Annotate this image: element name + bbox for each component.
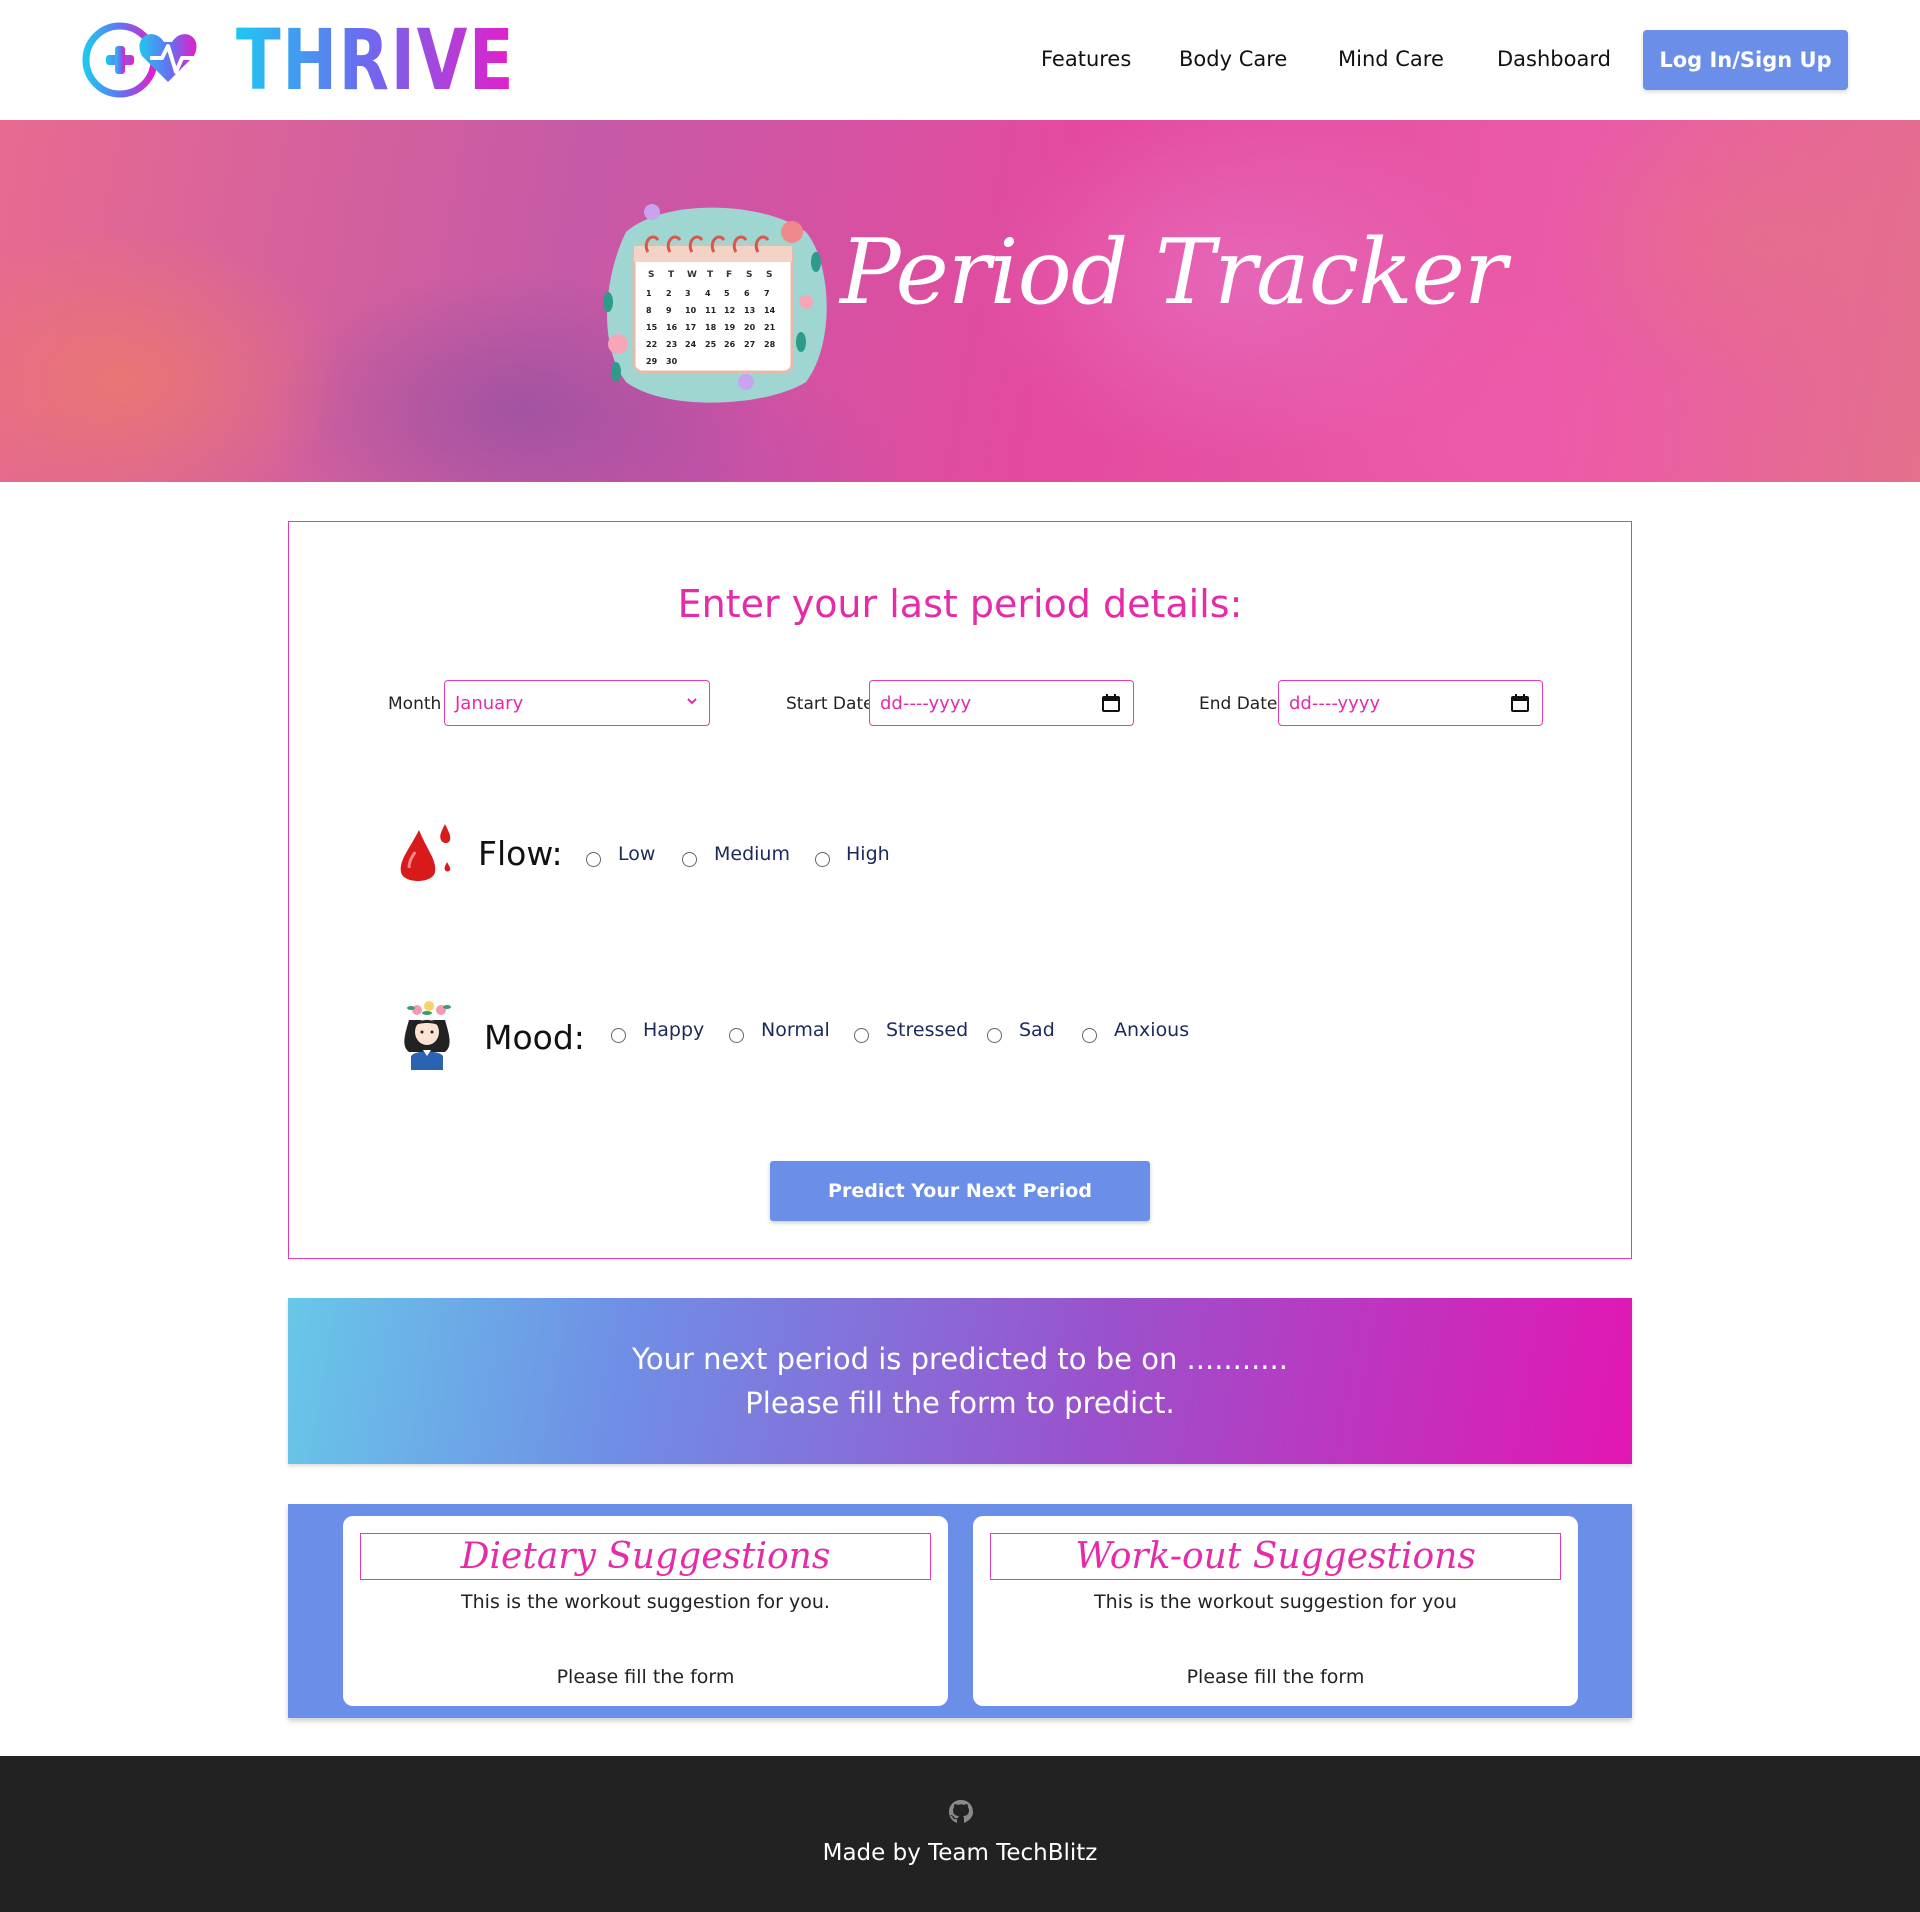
mood-normal-radio[interactable] [729, 1028, 744, 1043]
suggestion-text: This is the workout suggestion for you [1094, 1591, 1457, 1613]
cal-date: 11 [705, 306, 717, 315]
nav-link-body-care[interactable]: Body Care [1179, 47, 1287, 71]
suggestion-text: This is the workout suggestion for you. [461, 1591, 830, 1613]
flow-medium-radio[interactable] [682, 852, 697, 867]
cal-day-header: S [648, 270, 654, 280]
suggestion-note: Please fill the form [1186, 1666, 1365, 1688]
nav-link-mind-care[interactable]: Mind Care [1338, 47, 1444, 71]
mood-happy-radio[interactable] [611, 1028, 626, 1043]
mood-label: Mood: [484, 1018, 585, 1057]
start-date-label: Start Date [786, 694, 874, 714]
flow-option-label: Medium [714, 843, 790, 865]
cal-date: 8 [646, 306, 652, 315]
month-select[interactable]: January [444, 680, 710, 726]
cal-date: 9 [666, 306, 672, 315]
cal-day-header: S [766, 270, 772, 280]
cal-date: 2 [666, 289, 672, 298]
mood-anxious-radio[interactable] [1082, 1028, 1097, 1043]
suggestion-title: Work-out Suggestions [990, 1533, 1561, 1580]
cal-date: 28 [764, 340, 776, 349]
cal-date: 3 [685, 289, 691, 298]
brand-name: THRIVE [236, 11, 516, 109]
footer-credit: Made by Team TechBlitz [822, 1840, 1098, 1866]
period-details-form: Enter your last period details: Month Ja… [288, 521, 1632, 1259]
hero-banner: S T W T F S S 1 2 3 4 5 6 7 8 9 10 11 12 13 14 15 16 17 1… [0, 120, 1920, 482]
cal-date: 6 [744, 289, 750, 298]
cal-date: 4 [705, 289, 711, 298]
flow-option-label: High [846, 843, 890, 865]
cal-date: 13 [744, 306, 755, 315]
calendar-icon[interactable] [1510, 693, 1530, 713]
cal-date: 16 [666, 323, 678, 332]
mood-option-label: Happy [643, 1019, 705, 1041]
suggestion-note: Please fill the form [556, 1666, 735, 1688]
prediction-text: Your next period is predicted to be on .… [632, 1342, 1288, 1376]
cal-date: 23 [666, 340, 677, 349]
cal-day-header: T [668, 270, 675, 280]
cal-date: 18 [705, 323, 717, 332]
cal-date: 30 [666, 357, 678, 366]
mood-option-label: Normal [761, 1019, 830, 1041]
month-label: Month [388, 694, 442, 714]
cal-date: 17 [685, 323, 696, 332]
mood-stressed-radio[interactable] [854, 1028, 869, 1043]
cal-date: 12 [724, 306, 735, 315]
predict-next-period-button[interactable]: Predict Your Next Period [770, 1161, 1150, 1221]
cal-date: 27 [744, 340, 755, 349]
cal-day-header: W [687, 270, 697, 280]
cal-date: 15 [646, 323, 658, 332]
cal-date: 10 [685, 306, 697, 315]
mood-option-label: Stressed [886, 1019, 969, 1041]
cal-date: 14 [764, 306, 776, 315]
form-heading: Enter your last period details: [677, 582, 1243, 626]
end-date-placeholder: dd----yyyy [1289, 692, 1381, 714]
prediction-hint: Please fill the form to predict. [745, 1386, 1175, 1420]
cal-date: 1 [646, 289, 652, 298]
month-select-value: January [455, 692, 524, 714]
health-heart-logo-icon [82, 22, 226, 98]
calendar-icon[interactable] [1101, 693, 1121, 713]
page-title: Period Tracker [840, 220, 1507, 325]
cal-date: 26 [724, 340, 736, 349]
end-date-input[interactable]: dd----yyyy [1278, 680, 1543, 726]
mood-option-label: Sad [1019, 1019, 1055, 1041]
cal-date: 7 [764, 289, 770, 298]
flow-low-radio[interactable] [586, 852, 601, 867]
cal-date: 19 [724, 323, 736, 332]
dietary-suggestions-card: Dietary Suggestions This is the workout … [343, 1516, 948, 1706]
cal-date: 24 [685, 340, 697, 349]
chevron-down-icon [687, 698, 697, 705]
cal-day-header: T [707, 270, 714, 280]
mood-option-label: Anxious [1114, 1019, 1190, 1041]
navbar: THRIVE Features Body Care Mind Care Dash… [0, 0, 1920, 120]
cal-date: 20 [744, 323, 756, 332]
nav-link-dashboard[interactable]: Dashboard [1497, 47, 1611, 71]
workout-suggestions-card: Work-out Suggestions This is the workout… [973, 1516, 1578, 1706]
blood-drop-icon [400, 824, 451, 881]
flow-option-label: Low [618, 843, 656, 865]
cal-date: 22 [646, 340, 657, 349]
suggestions-section: Dietary Suggestions This is the workout … [288, 1504, 1632, 1718]
cal-date: 29 [646, 357, 658, 366]
cal-date: 5 [724, 289, 730, 298]
brand-logo[interactable]: THRIVE [80, 18, 594, 102]
end-date-label: End Date [1199, 694, 1278, 714]
nav-link-features[interactable]: Features [1041, 47, 1131, 71]
suggestion-title: Dietary Suggestions [360, 1533, 931, 1580]
cal-day-header: F [726, 270, 732, 280]
cal-day-header: S [746, 270, 752, 280]
login-signup-button[interactable]: Log In/Sign Up [1643, 30, 1848, 90]
mood-sad-radio[interactable] [987, 1028, 1002, 1043]
girl-avatar-icon [404, 1001, 451, 1070]
calendar-illustration-icon: S T W T F S S 1 2 3 4 5 6 78 9 10 11 12 13 1415 16 17 1… [603, 204, 827, 403]
start-date-input[interactable]: dd----yyyy [869, 680, 1134, 726]
prediction-banner: Your next period is predicted to be on .… [288, 1298, 1632, 1464]
start-date-placeholder: dd----yyyy [880, 692, 972, 714]
cal-date: 21 [764, 323, 776, 332]
flow-high-radio[interactable] [815, 852, 830, 867]
footer: Made by Team TechBlitz [0, 1756, 1920, 1912]
github-icon[interactable] [947, 1798, 975, 1826]
cal-date: 25 [705, 340, 717, 349]
flow-label: Flow: [478, 834, 563, 873]
